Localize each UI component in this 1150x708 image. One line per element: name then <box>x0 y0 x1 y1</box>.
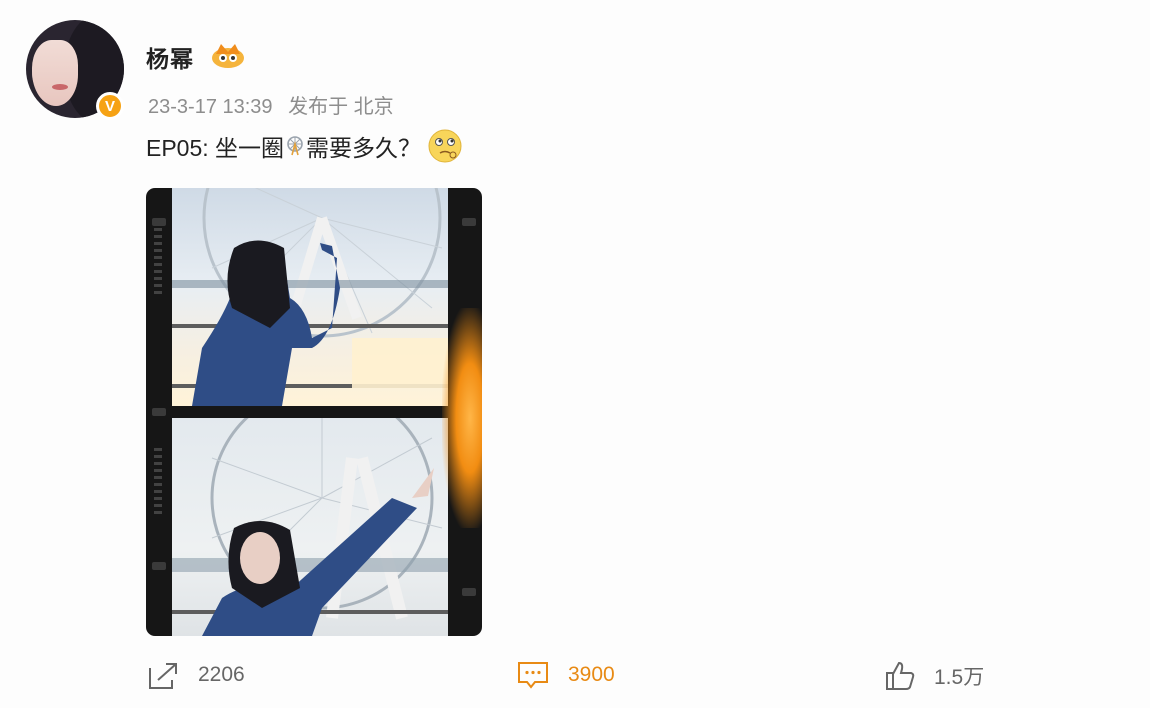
like-count: 1.5万 <box>934 666 985 689</box>
post-text-after: 需要多久？ <box>306 135 422 161</box>
post-meta: 23-3-17 13:39 发布于 北京 <box>148 90 404 119</box>
post-text-before: EP05: 坐一圈 <box>146 135 285 161</box>
film-rail-marking <box>154 448 162 518</box>
avatar-face <box>32 40 78 106</box>
film-frame-bottom <box>172 418 448 636</box>
repost-icon <box>149 663 177 689</box>
post-image[interactable] <box>146 188 482 636</box>
weibo-post-card: V 杨幂 23-3-17 13:39 发布于 北京 EP05: 坐一圈 需要多久… <box>0 0 1150 708</box>
avatar-lips <box>52 84 68 90</box>
repost-count: 2206 <box>198 663 245 686</box>
thinking-face-emoji-icon <box>428 129 462 163</box>
light-leak <box>442 308 482 528</box>
film-sprocket <box>152 408 166 416</box>
ferris-wheel-emoji-icon <box>287 136 303 156</box>
thumbs-up-icon <box>886 661 915 690</box>
film-sprocket <box>152 218 166 226</box>
film-sprocket <box>462 588 476 596</box>
comment-icon <box>518 662 548 689</box>
username[interactable]: 杨幂 <box>146 40 194 74</box>
film-frame-top <box>172 188 448 406</box>
verified-mark: V <box>104 97 115 115</box>
film-sprocket <box>152 562 166 570</box>
ferris-wheel-scene <box>172 418 448 636</box>
post-text: EP05: 坐一圈 需要多久？ <box>146 128 463 164</box>
like-button[interactable]: 1.5万 <box>884 660 984 692</box>
ferris-wheel-scene <box>172 188 448 406</box>
comment-button[interactable]: 3900 <box>516 660 615 690</box>
film-sprocket <box>462 218 476 226</box>
post-date[interactable]: 23-3-17 13:39 <box>148 96 273 118</box>
crown-badge-icon[interactable] <box>210 40 246 70</box>
repost-button[interactable]: 2206 <box>146 660 245 690</box>
post-location: 发布于 北京 <box>288 96 394 118</box>
verified-v-icon: V <box>96 92 124 120</box>
comment-count: 3900 <box>568 663 615 686</box>
film-rail-marking <box>154 228 162 298</box>
